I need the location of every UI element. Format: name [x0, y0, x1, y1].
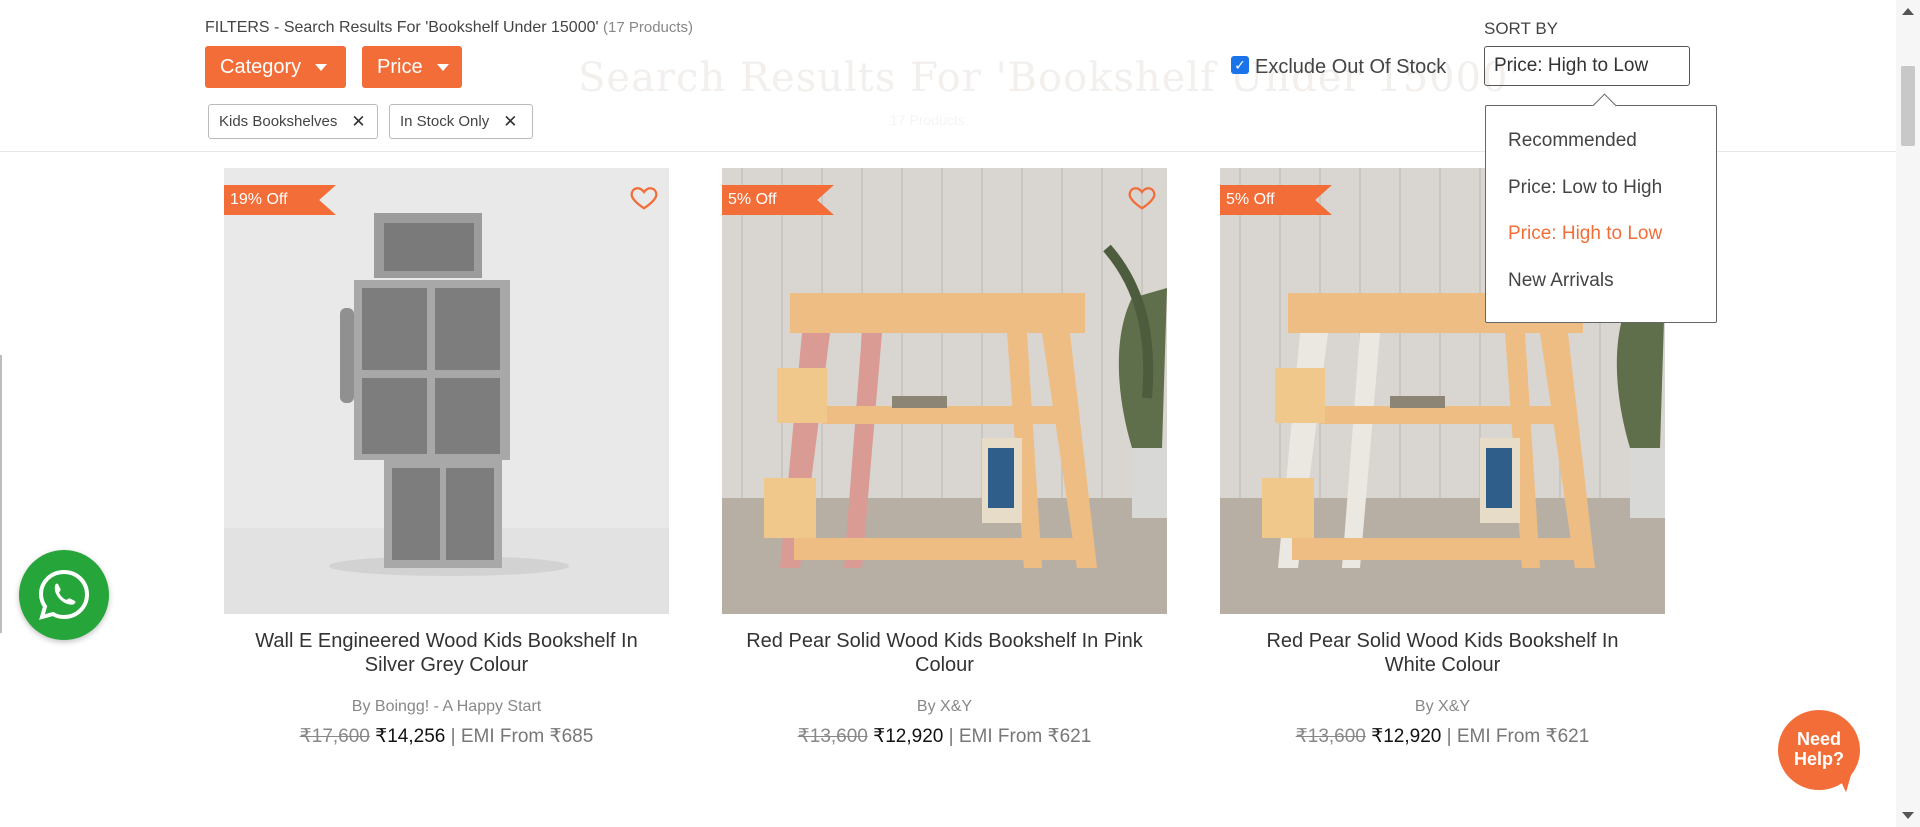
sort-option-low-to-high[interactable]: Price: Low to High [1508, 177, 1662, 199]
exclude-out-of-stock-toggle[interactable]: ✓ Exclude Out Of Stock [1231, 55, 1447, 79]
sort-by-label: SORT BY [1484, 19, 1559, 38]
heart-outline-icon[interactable] [629, 182, 659, 212]
filters-heading-text: FILTERS - Search Results For 'Bookshelf … [205, 19, 599, 36]
product-brand[interactable]: By X&Y [722, 698, 1167, 716]
product-title[interactable]: Red Pear Solid Wood Kids Bookshelf In Pi… [722, 629, 1167, 677]
heart-outline-icon[interactable] [1127, 182, 1157, 212]
sort-select[interactable]: Price: High to Low [1484, 46, 1690, 86]
category-filter-button[interactable]: Category [205, 46, 346, 88]
product-title[interactable]: Red Pear Solid Wood Kids Bookshelf In Wh… [1220, 629, 1665, 677]
whatsapp-button[interactable] [19, 550, 109, 640]
sort-option-high-to-low[interactable]: Price: High to Low [1508, 223, 1662, 245]
product-emi: | EMI From ₹685 [450, 726, 594, 747]
category-filter-label: Category [220, 55, 302, 78]
help-line-1: Need [1796, 729, 1841, 749]
exclude-out-of-stock-label: Exclude Out Of Stock [1255, 56, 1447, 78]
product-card[interactable]: 19% Off Wall E Engineered Wood Kids Book… [224, 168, 669, 748]
product-price-line: ₹13,600 ₹12,920 | EMI From ₹621 [1220, 725, 1665, 748]
product-price: ₹14,256 [375, 726, 446, 747]
close-icon[interactable]: ✕ [503, 112, 517, 132]
product-brand[interactable]: By X&Y [1220, 698, 1665, 716]
price-filter-button[interactable]: Price [362, 46, 462, 88]
scroll-down-icon[interactable] [1902, 812, 1914, 819]
product-brand[interactable]: By Boingg! - A Happy Start [224, 698, 669, 716]
caret-down-icon [436, 63, 449, 71]
product-price: ₹12,920 [1371, 726, 1442, 747]
product-mrp: ₹13,600 [1295, 726, 1366, 747]
product-price: ₹12,920 [873, 726, 944, 747]
scroll-up-icon[interactable] [1902, 8, 1914, 15]
sort-option-recommended[interactable]: Recommended [1508, 130, 1637, 152]
product-mrp: ₹17,600 [299, 726, 370, 747]
product-count: (17 Products) [603, 19, 694, 36]
discount-badge: 5% Off [1220, 185, 1332, 215]
product-price-line: ₹17,600 ₹14,256 | EMI From ₹685 [224, 725, 669, 748]
scrollbar-thumb[interactable] [1901, 66, 1915, 146]
product-image[interactable]: 19% Off [224, 168, 669, 614]
sort-option-new-arrivals[interactable]: New Arrivals [1508, 270, 1614, 292]
sort-dropdown-menu: Recommended Price: Low to High Price: Hi… [1485, 105, 1717, 323]
product-mrp: ₹13,600 [797, 726, 868, 747]
price-filter-label: Price [377, 55, 423, 78]
caret-down-icon [315, 63, 328, 71]
whatsapp-icon [38, 569, 90, 620]
side-panel-edge [0, 355, 2, 633]
product-price-line: ₹13,600 ₹12,920 | EMI From ₹621 [722, 725, 1167, 748]
product-emi: | EMI From ₹621 [1446, 726, 1590, 747]
product-image[interactable]: 5% Off [722, 168, 1167, 614]
page-scrollbar[interactable] [1896, 0, 1920, 827]
chip-label: Kids Bookshelves [219, 113, 338, 130]
close-icon[interactable]: ✕ [351, 112, 365, 132]
product-title[interactable]: Wall E Engineered Wood Kids Bookshelf In… [224, 629, 669, 677]
checkbox-checked-icon[interactable]: ✓ [1231, 55, 1249, 74]
product-emi: | EMI From ₹621 [948, 726, 1092, 747]
help-line-2: Help? [1793, 749, 1844, 769]
filters-heading: FILTERS - Search Results For 'Bookshelf … [205, 19, 693, 37]
filter-chip-in-stock-only: In Stock Only ✕ [389, 104, 533, 139]
product-card[interactable]: 5% Off Red Pear Solid Wood Kids Bookshel… [722, 168, 1167, 748]
chip-label: In Stock Only [400, 113, 490, 130]
filter-chip-kids-bookshelves: Kids Bookshelves ✕ [208, 104, 378, 139]
